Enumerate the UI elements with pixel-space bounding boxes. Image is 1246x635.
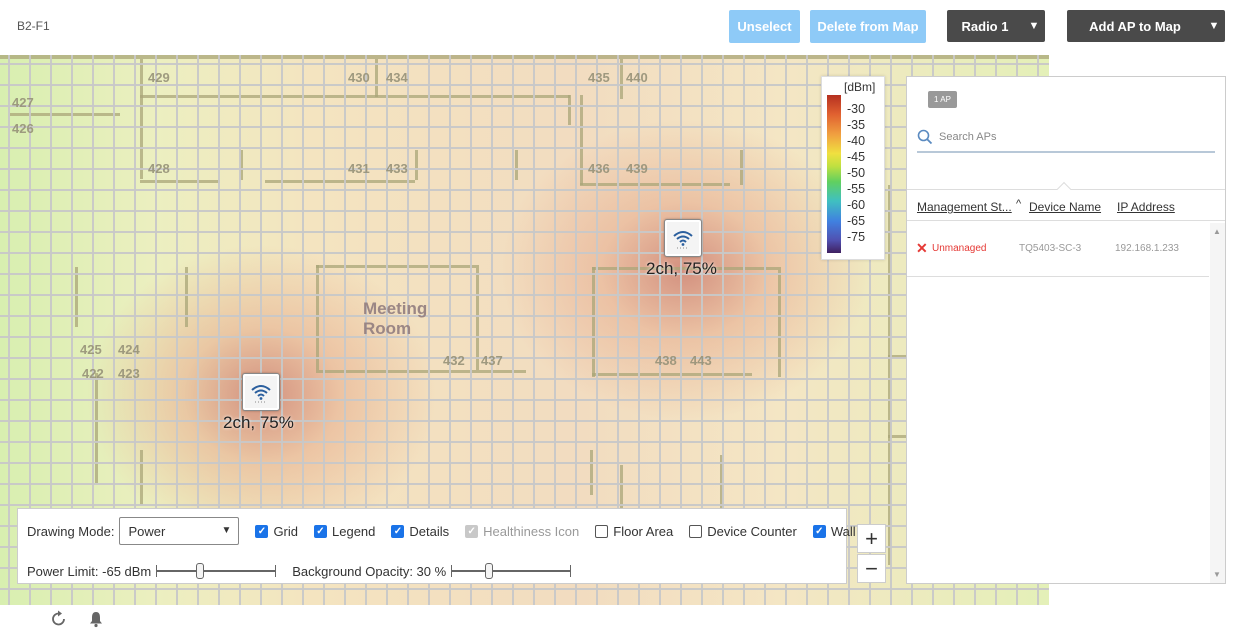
unselect-button[interactable]: Unselect [729,10,800,43]
power-limit-slider[interactable] [156,563,277,579]
add-ap-label: Add AP to Map [1089,18,1181,34]
drawing-mode-select[interactable]: Power ▼ [119,517,240,545]
legend-tick: -60 [847,198,866,212]
room-label: 430 [348,70,370,85]
drawing-mode-label: Drawing Mode: [27,523,115,539]
table-row[interactable]: ✕ Unmanaged TQ5403-SC-3 192.168.1.233 [907,224,1209,277]
room-label: 437 [481,353,503,368]
scrollbar[interactable]: ▲ ▼ [1210,223,1225,583]
slider-thumb[interactable] [485,563,494,579]
power-limit-label: Power Limit: -65 dBm [27,563,152,579]
room-label: 425 [80,342,102,357]
footer-bar [0,605,1246,635]
checkbox-checked-icon[interactable]: ✓ [255,524,269,538]
radio-select-label: Radio 1 [961,18,1009,34]
caret-down-icon: ▼ [1028,20,1040,32]
column-management-status[interactable]: Management St... [917,200,1012,214]
map-toolbar: B2-F1 Unselect Delete from Map Radio 1 ▼… [0,0,1246,55]
delete-from-map-button[interactable]: Delete from Map [810,10,926,43]
checkbox-unchecked-icon[interactable] [595,524,609,538]
map-options-panel: Drawing Mode: Power ▼ ✓ Grid ✓ Legend ✓ … [17,508,856,584]
room-label: 428 [148,161,170,176]
legend-tick: -75 [847,230,866,244]
checkbox-checked-icon: ✓ [465,524,479,538]
slider-thumb[interactable] [196,563,205,579]
chevron-down-icon: ▼ [221,525,232,536]
grid-checkbox[interactable]: ✓ Grid [255,524,298,539]
access-point-marker[interactable] [242,373,280,411]
radio-select[interactable]: Radio 1 ▼ [947,10,1045,42]
wifi-icon [251,385,271,403]
details-checkbox[interactable]: ✓ Details [391,524,449,539]
room-label: 424 [118,342,140,357]
scroll-down-icon[interactable]: ▼ [1213,570,1221,579]
sort-asc-icon: ^ [1016,198,1022,210]
legend-tick: -65 [847,214,866,228]
room-label: 443 [690,353,712,368]
room-label: 423 [118,366,140,381]
healthiness-icon-checkbox: ✓ Healthiness Icon [465,524,579,539]
legend-tick: -50 [847,166,866,180]
checkbox-checked-icon[interactable]: ✓ [314,524,327,538]
room-label: 439 [626,161,648,176]
legend-tick: -55 [847,182,866,196]
room-label: 431 [348,161,370,176]
wall-checkbox[interactable]: ✓ Wall [812,524,856,539]
status-badge: Unmanaged [932,243,987,254]
ap-label: 2ch, 75% [646,259,717,278]
legend-tick: -45 [847,150,866,164]
caret-down-icon: ▼ [1208,20,1220,32]
checkbox-checked-icon[interactable]: ✓ [391,524,405,538]
search-aps[interactable]: Search APs [917,122,1215,153]
room-label: 432 [443,353,465,368]
legend-tick: -30 [847,102,866,116]
checkbox-unchecked-icon[interactable] [689,524,703,538]
refresh-icon[interactable] [51,610,67,628]
room-label: 438 [655,353,677,368]
ip-address-cell: 192.168.1.233 [1115,243,1179,254]
error-x-icon: ✕ [916,240,928,256]
legend-tick: -35 [847,118,866,132]
device-name-cell: TQ5403-SC-3 [1019,243,1082,254]
access-point-marker[interactable] [664,219,702,257]
signal-legend: [dBm] -30 -35 -40 -45 -50 -55 -60 -65 -7… [821,76,885,260]
ap-table-header: Management St... ^ Device Name IP Addres… [907,181,1225,221]
room-label: 436 [588,161,610,176]
floor-area-checkbox[interactable]: Floor Area [595,524,673,539]
meeting-room-label: Meeting Room [363,299,428,338]
legend-color-bar [827,95,841,253]
zoom-out-button[interactable]: − [857,554,886,583]
room-label: 433 [386,161,408,176]
bell-icon[interactable] [88,610,104,628]
column-device-name[interactable]: Device Name [1029,200,1101,214]
add-ap-to-map-button[interactable]: Add AP to Map ▼ [1067,10,1225,42]
ap-label: 2ch, 75% [223,413,294,432]
ap-list-panel: 1 AP Search APs Management St... ^ Devic… [906,76,1226,584]
search-icon [917,129,933,144]
ap-count-badge: 1 AP [928,91,957,108]
zoom-in-button[interactable]: + [857,524,886,553]
checkbox-checked-icon[interactable]: ✓ [812,524,826,538]
legend-tick: -40 [847,134,866,148]
legend-unit: [dBm] [844,80,876,94]
background-opacity-label: Background Opacity: 30 % [292,563,447,579]
room-label: 440 [626,70,648,85]
room-label: 429 [148,70,170,85]
floor-name: B2-F1 [17,19,50,33]
legend-checkbox[interactable]: ✓ Legend [314,524,375,539]
drawing-mode-value: Power [128,523,166,539]
device-counter-checkbox[interactable]: Device Counter [689,524,797,539]
room-label: 434 [386,70,408,85]
legend-ticks: -30 -35 -40 -45 -50 -55 -60 -65 -75 [847,101,865,245]
room-label: 422 [82,366,104,381]
room-label: 427 [12,95,34,110]
wifi-icon [673,231,693,249]
room-label: 426 [12,121,34,136]
scroll-up-icon[interactable]: ▲ [1213,227,1221,236]
room-label: 435 [588,70,610,85]
search-input[interactable]: Search APs [939,131,996,143]
column-ip-address[interactable]: IP Address [1117,200,1175,214]
background-opacity-slider[interactable] [451,563,572,579]
